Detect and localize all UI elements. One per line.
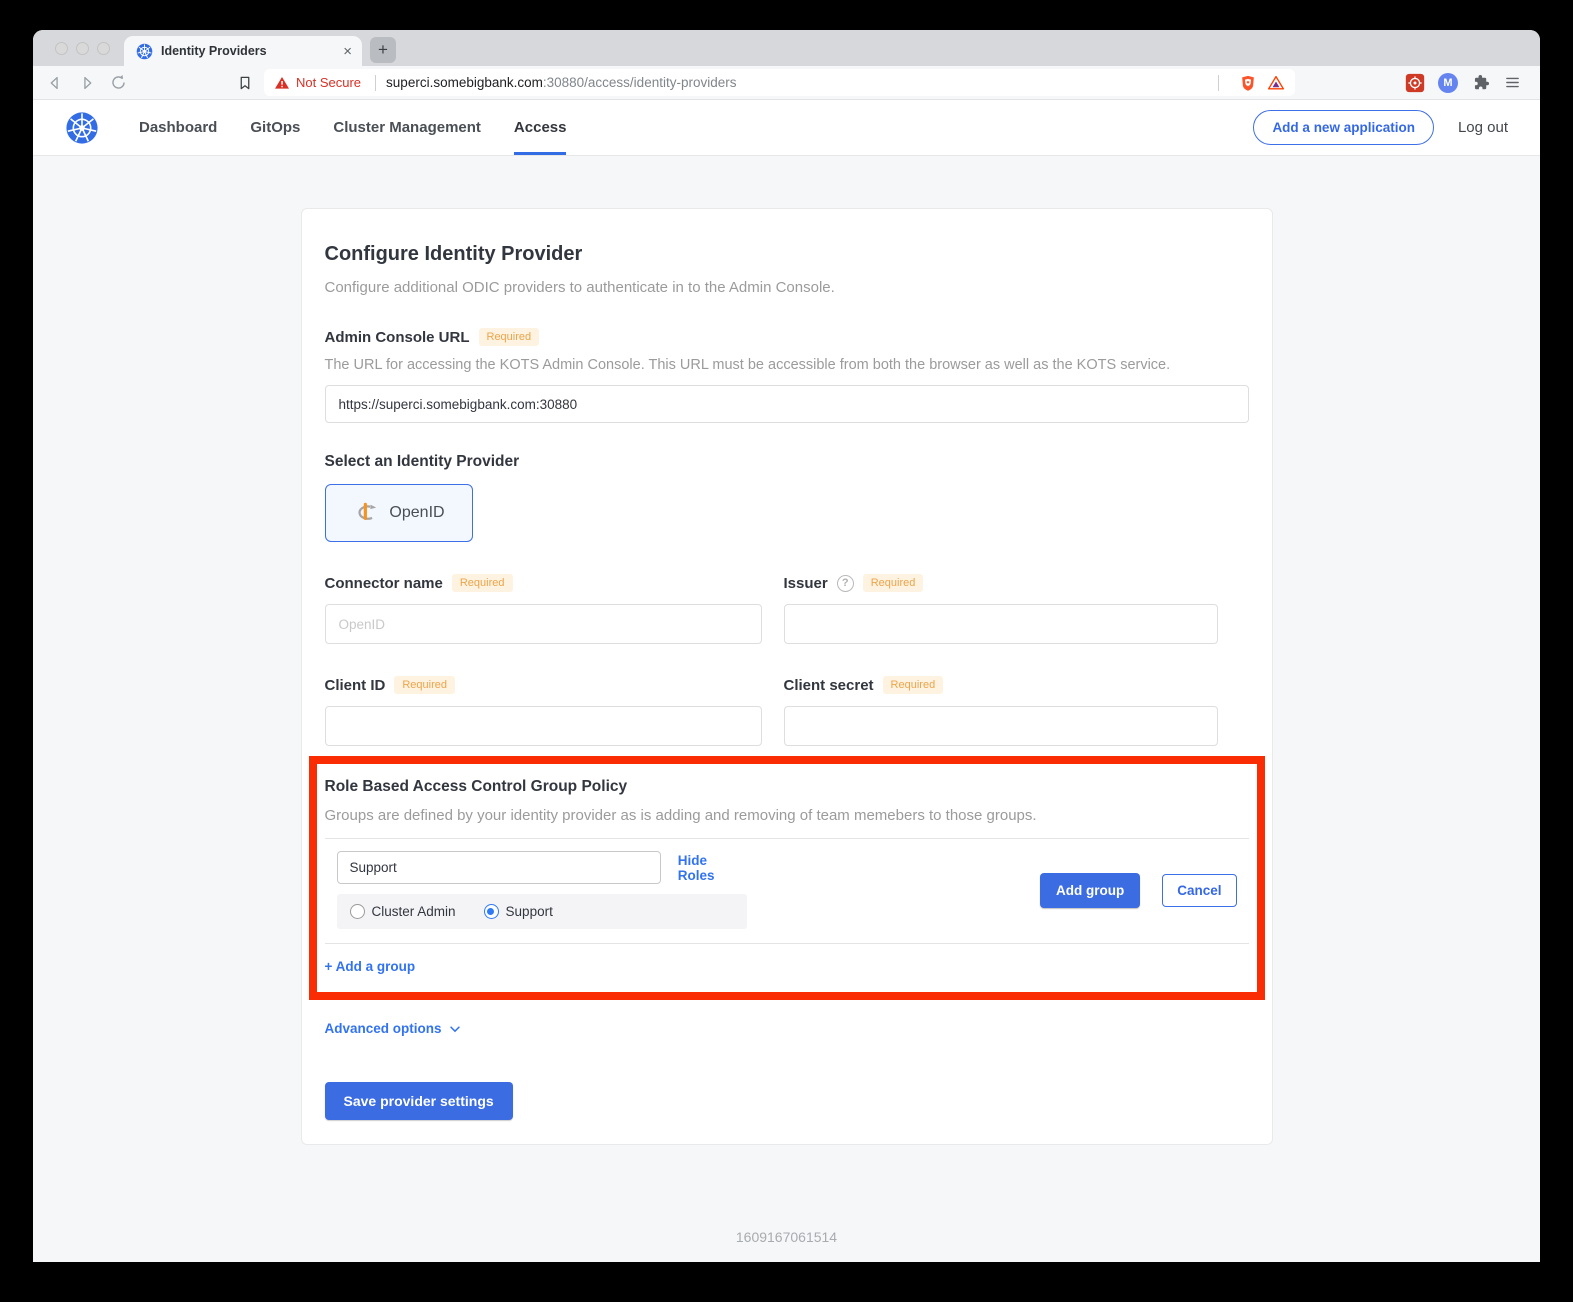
admin-console-url-help: The URL for accessing the KOTS Admin Con… xyxy=(325,357,1249,373)
url-divider xyxy=(375,75,376,91)
cancel-button[interactable]: Cancel xyxy=(1162,874,1236,907)
tab-title: Identity Providers xyxy=(161,44,335,58)
hide-roles-link[interactable]: Hide Roles xyxy=(678,853,747,883)
minimize-window-button[interactable] xyxy=(76,42,89,55)
url-bar[interactable]: Not Secure superci.somebigbank.com :3088… xyxy=(264,69,1295,96)
rbac-highlight-box: Role Based Access Control Group Policy G… xyxy=(309,756,1265,1000)
browser-window: Identity Providers × + Not xyxy=(33,30,1540,1262)
forward-icon[interactable] xyxy=(77,73,97,93)
admin-console-url-input[interactable] xyxy=(325,385,1249,423)
footer-timestamp: 1609167061514 xyxy=(33,1229,1540,1245)
nav-item-gitops[interactable]: GitOps xyxy=(250,100,300,155)
client-id-input[interactable] xyxy=(325,706,762,746)
admin-console-url-label: Admin Console URL xyxy=(325,329,470,346)
back-icon[interactable] xyxy=(45,73,65,93)
kubernetes-favicon-icon xyxy=(136,43,153,60)
radio-cluster-admin-label: Cluster Admin xyxy=(372,904,456,919)
maximize-window-button[interactable] xyxy=(97,42,110,55)
divider xyxy=(325,838,1249,839)
required-badge: Required xyxy=(883,676,944,694)
group-name-input[interactable] xyxy=(337,851,661,884)
not-secure-label: Not Secure xyxy=(296,75,361,90)
kubernetes-logo xyxy=(65,100,99,155)
page-title: Configure Identity Provider xyxy=(325,243,1249,266)
select-identity-provider-label: Select an Identity Provider xyxy=(325,453,1249,471)
group-editor-row: Hide Roles Cluster Admin Support xyxy=(325,851,1249,929)
divider xyxy=(325,943,1249,944)
add-a-group-link[interactable]: + Add a group xyxy=(325,959,416,974)
connector-name-label: Connector name xyxy=(325,575,443,592)
brave-shield-icon[interactable] xyxy=(1239,74,1257,92)
identity-provider-card: Configure Identity Provider Configure ad… xyxy=(301,208,1273,1145)
required-badge: Required xyxy=(863,574,924,592)
close-window-button[interactable] xyxy=(55,42,68,55)
connector-name-input[interactable] xyxy=(325,604,762,644)
openid-option-label: OpenID xyxy=(389,504,444,522)
openid-provider-option[interactable]: OpenID xyxy=(325,484,473,542)
radio-support[interactable]: Support xyxy=(484,904,553,919)
role-radio-group: Cluster Admin Support xyxy=(337,894,747,929)
client-secret-input[interactable] xyxy=(784,706,1218,746)
window-controls xyxy=(33,30,124,66)
nav-item-cluster-management[interactable]: Cluster Management xyxy=(333,100,481,155)
radio-selected-icon xyxy=(484,904,499,919)
reload-icon[interactable] xyxy=(109,73,128,92)
required-badge: Required xyxy=(479,328,540,346)
browser-tab[interactable]: Identity Providers × xyxy=(124,36,362,66)
page-content: Configure Identity Provider Configure ad… xyxy=(33,156,1540,1262)
issuer-label: Issuer xyxy=(784,575,828,592)
required-badge: Required xyxy=(394,676,455,694)
advanced-options-label: Advanced options xyxy=(325,1021,442,1036)
screenshot-frame: Identity Providers × + Not xyxy=(0,0,1573,1302)
new-tab-button[interactable]: + xyxy=(370,37,396,63)
rbac-subtitle: Groups are defined by your identity prov… xyxy=(325,807,1249,824)
add-new-application-button[interactable]: Add a new application xyxy=(1253,110,1434,145)
not-secure-warning-icon xyxy=(274,75,290,91)
radio-unselected-icon xyxy=(350,904,365,919)
rbac-title: Role Based Access Control Group Policy xyxy=(325,778,1249,796)
bookmark-icon[interactable] xyxy=(236,74,254,92)
required-badge: Required xyxy=(452,574,513,592)
tab-strip: Identity Providers × + xyxy=(33,30,1540,66)
extensions-puzzle-icon[interactable] xyxy=(1471,73,1490,92)
issuer-input[interactable] xyxy=(784,604,1218,644)
advanced-options-link[interactable]: Advanced options xyxy=(325,1021,462,1036)
issuer-help-icon[interactable]: ? xyxy=(837,575,854,592)
radio-support-label: Support xyxy=(506,904,553,919)
save-provider-settings-button[interactable]: Save provider settings xyxy=(325,1082,513,1120)
app-navigation: Dashboard GitOps Cluster Management Acce… xyxy=(33,100,1540,156)
client-id-label: Client ID xyxy=(325,677,386,694)
url-host: superci.somebigbank.com xyxy=(386,75,543,90)
radio-cluster-admin[interactable]: Cluster Admin xyxy=(350,904,456,919)
nav-item-access[interactable]: Access xyxy=(514,100,567,155)
browser-toolbar: Not Secure superci.somebigbank.com :3088… xyxy=(33,66,1540,100)
url-path: :30880/access/identity-providers xyxy=(543,75,737,90)
close-tab-icon[interactable]: × xyxy=(343,43,352,60)
extension-icon-red[interactable] xyxy=(1405,73,1425,93)
nav-item-dashboard[interactable]: Dashboard xyxy=(139,100,217,155)
logout-link[interactable]: Log out xyxy=(1458,119,1508,136)
url-divider-2 xyxy=(1218,75,1219,91)
add-group-button[interactable]: Add group xyxy=(1040,873,1140,908)
openid-icon xyxy=(352,499,380,527)
bat-rewards-icon[interactable] xyxy=(1267,74,1285,92)
client-secret-label: Client secret xyxy=(784,677,874,694)
profile-avatar[interactable]: M xyxy=(1438,73,1458,93)
page-subtitle: Configure additional ODIC providers to a… xyxy=(325,279,1249,296)
chevron-down-icon xyxy=(448,1022,462,1036)
menu-icon[interactable] xyxy=(1503,73,1522,92)
